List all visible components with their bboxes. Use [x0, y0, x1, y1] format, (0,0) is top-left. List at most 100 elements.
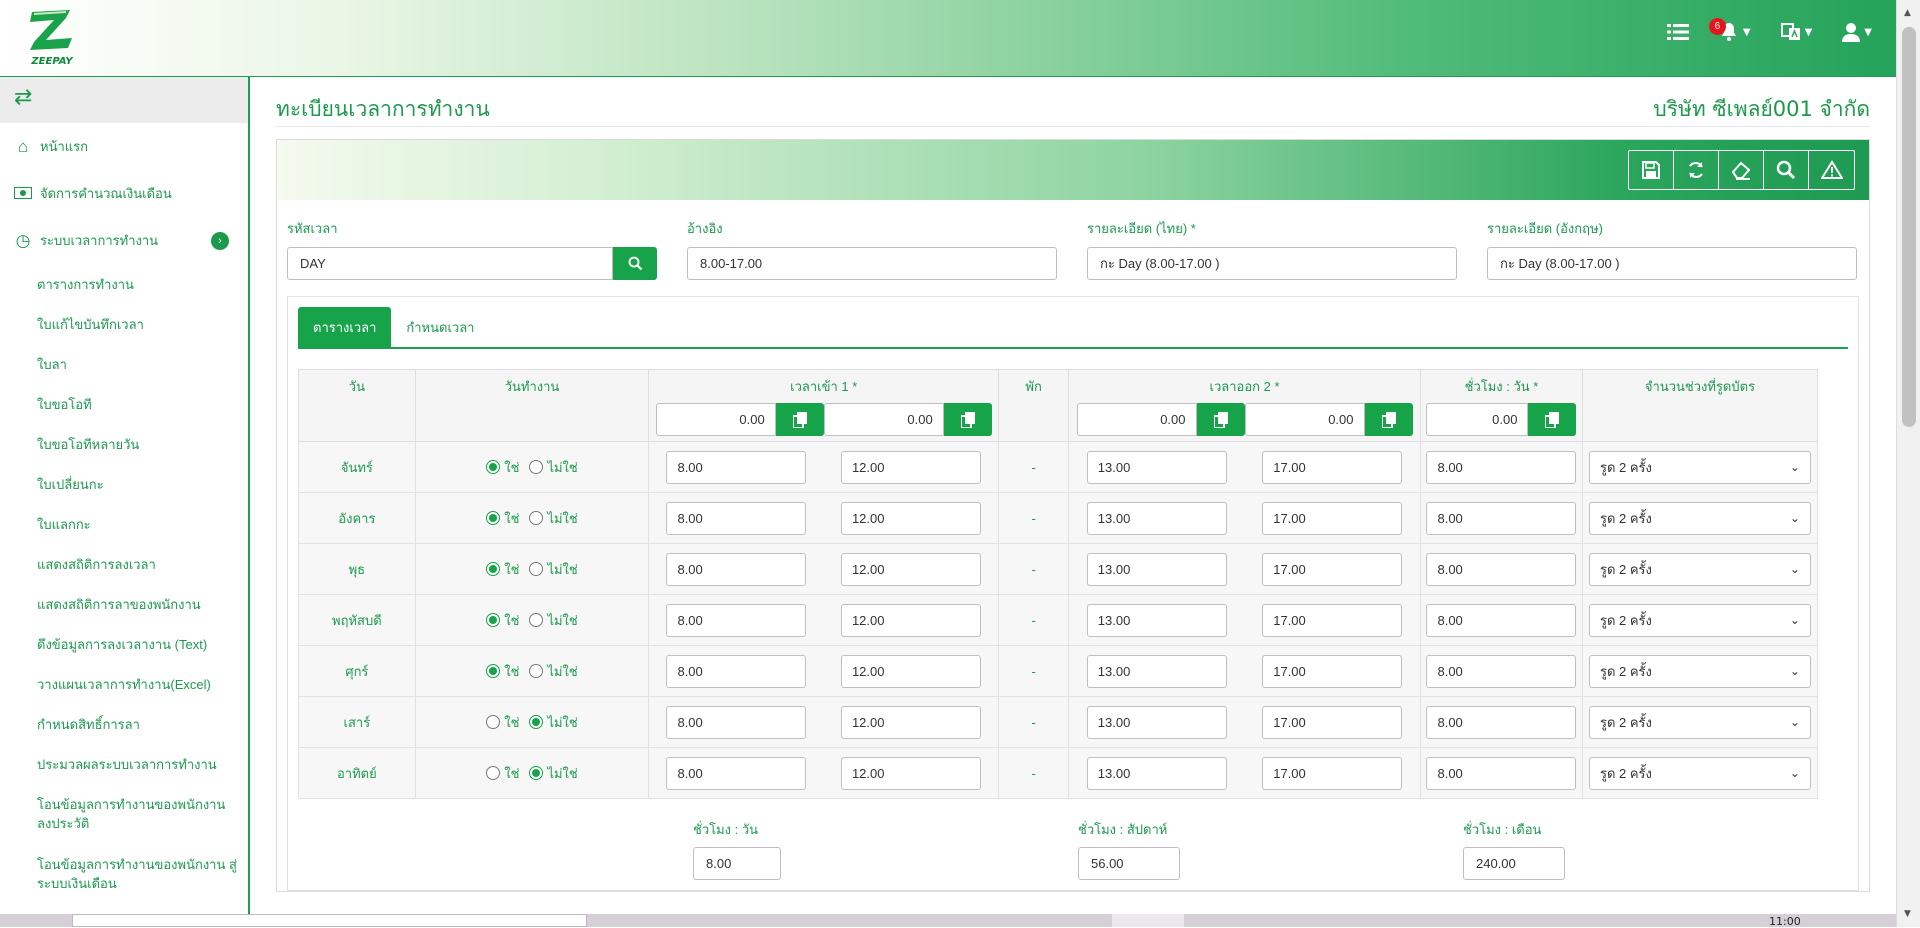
time-out-2-input[interactable]: 17.00 — [1262, 705, 1403, 739]
notifications-button[interactable]: 6 ▼ — [1708, 18, 1751, 42]
swipe-count-select[interactable]: รูด 2 ครั้ง ⌄ — [1588, 603, 1811, 637]
sidebar-subitem[interactable]: ใบเปลี่ยนกะ — [0, 464, 248, 504]
time-in-2-input[interactable]: 12.00 — [840, 501, 981, 535]
time-in-1-input[interactable]: 8.00 — [666, 501, 807, 535]
copy-time-out-b-button[interactable] — [1364, 403, 1413, 436]
copy-time-out-a-button[interactable] — [1196, 403, 1245, 436]
swipe-count-select[interactable]: รูด 2 ครั้ง ⌄ — [1588, 705, 1811, 739]
workday-yes-radio[interactable]: ใช่ — [486, 610, 519, 631]
time-out-a-input[interactable]: 0.00 — [1076, 403, 1197, 436]
tab-schedule[interactable]: ตารางเวลา — [298, 307, 392, 347]
time-in-1-input[interactable]: 8.00 — [666, 450, 807, 484]
scrollbar-thumb[interactable] — [1902, 27, 1916, 427]
save-button[interactable] — [1629, 151, 1674, 189]
copy-time-in-b-button[interactable] — [943, 403, 992, 436]
workday-yes-radio[interactable]: ใช่ — [486, 712, 519, 733]
workday-no-radio[interactable]: ไม่ใช่ — [529, 610, 578, 631]
desc-english-input[interactable]: กะ Day (8.00-17.00 ) — [1487, 247, 1857, 280]
total-per-week-input[interactable]: 56.00 — [1078, 847, 1180, 880]
copy-hours-button[interactable] — [1528, 403, 1577, 436]
language-button[interactable]: ▼ — [1780, 22, 1812, 42]
sidebar-item-home[interactable]: ⌂ หน้าแรก — [0, 123, 248, 170]
hours-input[interactable]: 8.00 — [1426, 552, 1577, 586]
hours-header-input[interactable]: 0.00 — [1426, 403, 1529, 436]
time-out-1-input[interactable]: 13.00 — [1086, 552, 1227, 586]
workday-no-radio[interactable]: ไม่ใช่ — [529, 661, 578, 682]
hours-input[interactable]: 8.00 — [1426, 756, 1577, 790]
time-out-1-input[interactable]: 13.00 — [1086, 705, 1227, 739]
workday-no-radio[interactable]: ไม่ใช่ — [529, 457, 578, 478]
time-in-1-input[interactable]: 8.00 — [666, 654, 807, 688]
workday-yes-radio[interactable]: ใช่ — [486, 457, 519, 478]
desc-thai-input[interactable]: กะ Day (8.00-17.00 ) — [1087, 247, 1457, 280]
time-in-1-input[interactable]: 8.00 — [666, 705, 807, 739]
scroll-up-arrow-icon[interactable]: ▲ — [1904, 8, 1911, 18]
sidebar-subitem[interactable]: ใบขอโอที — [0, 384, 248, 424]
time-out-1-input[interactable]: 13.00 — [1086, 603, 1227, 637]
taskbar-window[interactable] — [72, 914, 587, 927]
time-in-2-input[interactable]: 12.00 — [840, 756, 981, 790]
time-out-1-input[interactable]: 13.00 — [1086, 501, 1227, 535]
swipe-count-select[interactable]: รูด 2 ครั้ง ⌄ — [1588, 654, 1811, 688]
hours-input[interactable]: 8.00 — [1426, 654, 1577, 688]
hours-input[interactable]: 8.00 — [1426, 705, 1577, 739]
sidebar-toggle-button[interactable]: ⇄ — [0, 77, 248, 123]
sidebar-subitem[interactable]: วางแผนเวลาการทำงาน(Excel) — [0, 664, 248, 704]
time-in-2-input[interactable]: 12.00 — [840, 552, 981, 586]
chevron-right-icon[interactable]: › — [211, 231, 229, 250]
time-in-1-input[interactable]: 8.00 — [666, 756, 807, 790]
time-out-1-input[interactable]: 13.00 — [1086, 756, 1227, 790]
swipe-count-select[interactable]: รูด 2 ครั้ง ⌄ — [1588, 552, 1811, 586]
workday-yes-radio[interactable]: ใช่ — [486, 508, 519, 529]
reference-input[interactable]: 8.00-17.00 — [687, 247, 1057, 280]
clear-button[interactable] — [1719, 151, 1764, 189]
sidebar-subitem[interactable]: โอนข้อมูลการทำงานของพนักงาน สู่ระบบเงินเ… — [0, 844, 240, 904]
sidebar-subitem[interactable]: ดึงข้อมูลการลงเวลางาน (Text) — [0, 624, 248, 664]
swipe-count-select[interactable]: รูด 2 ครั้ง ⌄ — [1588, 756, 1811, 790]
sidebar-subitem[interactable]: โอนข้อมูลการทำงานของพนักงาน ลงประวัติ — [0, 784, 240, 844]
sidebar-subitem[interactable]: ใบแก้ไขบันทึกเวลา — [0, 304, 248, 344]
time-in-2-input[interactable]: 12.00 — [840, 450, 981, 484]
sidebar-subitem[interactable]: ใบแลกกะ — [0, 504, 248, 544]
time-out-2-input[interactable]: 17.00 — [1262, 552, 1403, 586]
total-per-month-input[interactable]: 240.00 — [1463, 847, 1565, 880]
scroll-down-arrow-icon[interactable]: ▼ — [1904, 909, 1911, 919]
workday-yes-radio[interactable]: ใช่ — [486, 763, 519, 784]
sidebar-subitem[interactable]: กำหนดสิทธิ์การลา — [0, 704, 248, 744]
time-in-b-input[interactable]: 0.00 — [823, 403, 944, 436]
time-in-a-input[interactable]: 0.00 — [655, 403, 776, 436]
hours-input[interactable]: 8.00 — [1426, 603, 1577, 637]
workday-yes-radio[interactable]: ใช่ — [486, 661, 519, 682]
list-menu-button[interactable] — [1666, 23, 1689, 41]
zeepay-logo[interactable]: ZEEPAY — [22, 6, 82, 68]
sidebar-item-time-system[interactable]: ◷ ระบบเวลาการทำงาน › — [0, 217, 248, 264]
time-out-2-input[interactable]: 17.00 — [1262, 603, 1403, 637]
sidebar-item-payroll[interactable]: จัดการคำนวณเงินเดือน — [0, 170, 248, 217]
time-code-input[interactable]: DAY — [287, 247, 613, 280]
swipe-count-select[interactable]: รูด 2 ครั้ง ⌄ — [1588, 450, 1811, 484]
workday-no-radio[interactable]: ไม่ใช่ — [529, 559, 578, 580]
hours-input[interactable]: 8.00 — [1426, 501, 1577, 535]
workday-no-radio[interactable]: ไม่ใช่ — [529, 508, 578, 529]
workday-yes-radio[interactable]: ใช่ — [486, 559, 519, 580]
sidebar-subitem[interactable]: ใบขอโอทีหลายวัน — [0, 424, 248, 464]
time-out-b-input[interactable]: 0.00 — [1244, 403, 1365, 436]
swipe-count-select[interactable]: รูด 2 ครั้ง ⌄ — [1588, 501, 1811, 535]
copy-time-in-a-button[interactable] — [775, 403, 824, 436]
sidebar-subitem[interactable]: ใบลา — [0, 344, 248, 384]
sidebar-subitem[interactable]: แสดงสถิติการลาของพนักงาน — [0, 584, 248, 624]
time-out-2-input[interactable]: 17.00 — [1262, 756, 1403, 790]
time-out-2-input[interactable]: 17.00 — [1262, 450, 1403, 484]
workday-no-radio[interactable]: ไม่ใช่ — [529, 712, 578, 733]
time-in-1-input[interactable]: 8.00 — [666, 552, 807, 586]
hours-input[interactable]: 8.00 — [1426, 450, 1577, 484]
warning-button[interactable] — [1809, 151, 1854, 189]
sidebar-subitem[interactable]: ตารางการทำงาน — [0, 264, 248, 304]
time-in-2-input[interactable]: 12.00 — [840, 603, 981, 637]
time-in-2-input[interactable]: 12.00 — [840, 654, 981, 688]
time-out-2-input[interactable]: 17.00 — [1262, 501, 1403, 535]
time-in-1-input[interactable]: 8.00 — [666, 603, 807, 637]
time-code-search-button[interactable] — [613, 247, 657, 280]
search-button[interactable] — [1764, 151, 1809, 189]
refresh-button[interactable] — [1674, 151, 1719, 189]
